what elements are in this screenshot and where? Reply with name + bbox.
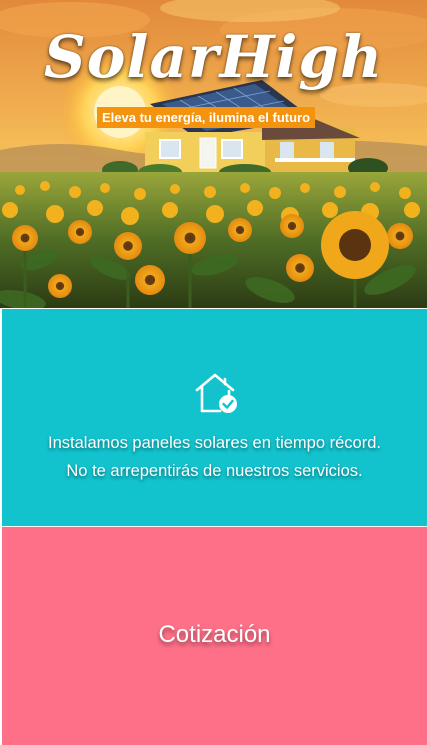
home-check-icon bbox=[195, 373, 237, 413]
feature-description: Instalamos paneles solares en tiempo réc… bbox=[2, 429, 427, 485]
feature-line-1: Instalamos paneles solares en tiempo réc… bbox=[48, 434, 381, 452]
hero-section: SolarHigh Eleva tu energía, ilumina el f… bbox=[0, 0, 427, 308]
tagline: Eleva tu energía, ilumina el futuro bbox=[97, 107, 316, 128]
quote-section[interactable]: Cotización bbox=[2, 527, 427, 745]
quote-link[interactable]: Cotización bbox=[2, 620, 427, 650]
feature-line-2: No te arrepentirás de nuestros servicios… bbox=[66, 462, 363, 480]
features-section: Instalamos paneles solares en tiempo réc… bbox=[2, 309, 427, 526]
brand-logo: SolarHigh bbox=[43, 23, 384, 91]
